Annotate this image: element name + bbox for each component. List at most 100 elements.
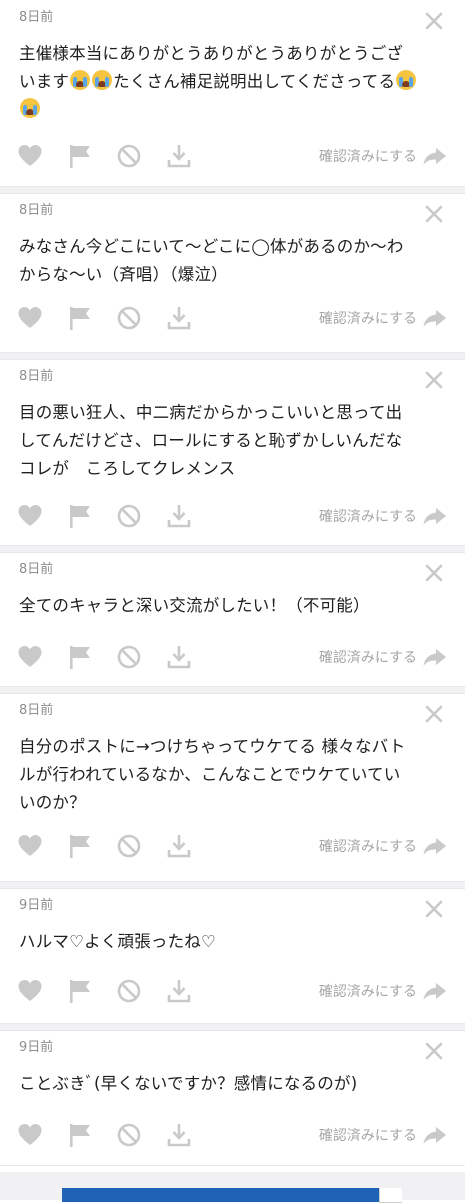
download-icon[interactable]: [166, 644, 192, 670]
post-time: 8日前: [19, 703, 54, 718]
loudly-crying-emoji: [70, 70, 91, 90]
post-text-segment: 全てのキャラと深い交流がしたい！（不可能）: [19, 596, 370, 615]
post-text-line: ハルマ♡よく頑張ったね♡: [19, 928, 447, 956]
post-actions: 確認済みにする: [0, 831, 465, 861]
share-arrow-icon[interactable]: [422, 306, 448, 332]
download-icon[interactable]: [166, 503, 192, 529]
post-text-segment: いのか？: [19, 793, 86, 812]
confirm-button[interactable]: 確認済みにする: [319, 981, 417, 1001]
loudly-crying-emoji: [396, 70, 417, 90]
post-time: 9日前: [19, 1040, 54, 1055]
close-icon[interactable]: [425, 900, 443, 918]
flag-icon[interactable]: [67, 143, 93, 169]
confirm-button[interactable]: 確認済みにする: [319, 1125, 417, 1145]
post-text-line: 目の悪い狂人、中二病だからかっこいいと思って出: [19, 399, 447, 427]
emoji-mouth: [98, 81, 107, 87]
post-text: ことぶきﾞ(早くないですか？感情になるのが): [19, 1070, 447, 1098]
post-text-line: ルが行われているなか、こんなことでウケていてい: [19, 761, 447, 789]
confirm-button[interactable]: 確認済みにする: [319, 308, 417, 328]
post-actions: 確認済みにする: [0, 642, 465, 672]
share-arrow-icon[interactable]: [422, 504, 448, 530]
post-actions: 確認済みにする: [0, 976, 465, 1006]
post-text-line: 主催様本当にありがとうありがとうありがとうござ: [19, 40, 447, 68]
post-time: 8日前: [19, 369, 54, 384]
flag-icon[interactable]: [67, 503, 93, 529]
share-arrow-icon[interactable]: [422, 144, 448, 170]
close-icon[interactable]: [425, 371, 443, 389]
download-icon[interactable]: [166, 833, 192, 859]
post-text-line: からな〜い（斉唱）（爆泣）: [19, 261, 447, 289]
post-card: 8日前みなさん今どこにいて〜どこに◯体があるのか〜わ からな〜い（斉唱）（爆泣） 確…: [0, 193, 465, 353]
close-icon[interactable]: [425, 705, 443, 723]
post-text-segment: 目の悪い狂人、中二病だからかっこいいと思って出: [19, 403, 403, 422]
confirm-button[interactable]: 確認済みにする: [319, 647, 417, 667]
heart-icon[interactable]: [17, 305, 43, 331]
confirm-button[interactable]: 確認済みにする: [319, 506, 417, 526]
post-time: 8日前: [19, 562, 54, 577]
post-text-segment: ルが行われているなか、こんなことでウケていてい: [19, 765, 401, 784]
post-text-segment: たくさん補足説明出してくださってる: [113, 72, 396, 91]
share-arrow-icon[interactable]: [422, 979, 448, 1005]
flag-icon[interactable]: [67, 1122, 93, 1148]
post-text-segment: みなさん今どこにいて〜どこに◯体があるのか〜わ: [19, 237, 404, 256]
post-text: 自分のポストに→つけちゃってウケてる 様々なバト ルが行われているなか、こんなこと…: [19, 733, 447, 817]
block-icon[interactable]: [116, 978, 142, 1004]
close-icon[interactable]: [425, 12, 443, 30]
post-text-segment: ハルマ♡よく頑張ったね♡: [19, 932, 216, 951]
heart-icon[interactable]: [17, 503, 43, 529]
heart-icon[interactable]: [17, 833, 43, 859]
ad-strip: [0, 1172, 465, 1203]
post-text-segment: してんだけどさ、ロールにすると恥ずかしいんだな: [19, 431, 403, 450]
emoji-mouth: [402, 81, 411, 87]
heart-icon[interactable]: [17, 644, 43, 670]
share-arrow-icon[interactable]: [422, 1123, 448, 1149]
post-time: 9日前: [19, 898, 54, 913]
post-text-line: います たくさん補足説明出してくださってる: [19, 68, 447, 96]
post-text-line: 自分のポストに→つけちゃってウケてる 様々なバト: [19, 733, 447, 761]
post-actions: 確認済みにする: [0, 303, 465, 333]
download-icon[interactable]: [166, 1122, 192, 1148]
ad-badge: [379, 1188, 402, 1203]
block-icon[interactable]: [116, 143, 142, 169]
confirm-button[interactable]: 確認済みにする: [319, 836, 417, 856]
share-arrow-icon[interactable]: [422, 645, 448, 671]
post-text-segment: ことぶきﾞ(早くないですか？感情になるのが): [19, 1074, 358, 1093]
download-icon[interactable]: [166, 143, 192, 169]
post-actions: 確認済みにする: [0, 1120, 465, 1150]
block-icon[interactable]: [116, 1122, 142, 1148]
post-card: 8日前 主催様本当にありがとうありがとうありがとうござ います たくさん補足説明出して…: [0, 0, 465, 187]
post-time: 8日前: [19, 203, 54, 218]
confirm-button[interactable]: 確認済みにする: [319, 146, 417, 166]
post-text-line: してんだけどさ、ロールにすると恥ずかしいんだな: [19, 427, 447, 455]
post-text: ハルマ♡よく頑張ったね♡: [19, 928, 447, 956]
loudly-crying-emoji: [20, 98, 40, 118]
share-arrow-icon[interactable]: [422, 834, 448, 860]
download-icon[interactable]: [166, 305, 192, 331]
flag-icon[interactable]: [67, 978, 93, 1004]
block-icon[interactable]: [116, 503, 142, 529]
post-text-segment: 自分のポストに→つけちゃってウケてる 様々なバト: [19, 737, 406, 756]
heart-icon[interactable]: [17, 1122, 43, 1148]
emoji-mouth: [76, 81, 85, 87]
emoji-mouth: [26, 109, 34, 115]
block-icon[interactable]: [116, 833, 142, 859]
flag-icon[interactable]: [67, 644, 93, 670]
download-icon[interactable]: [166, 978, 192, 1004]
block-icon[interactable]: [116, 305, 142, 331]
flag-icon[interactable]: [67, 305, 93, 331]
post-text: 目の悪い狂人、中二病だからかっこいいと思って出 してんだけどさ、ロールにすると恥ず…: [19, 399, 447, 483]
post-text-line: コレが ころしてクレメンス: [19, 455, 447, 483]
close-icon[interactable]: [425, 1042, 443, 1060]
post-card: 8日前全てのキャラと深い交流がしたい！（不可能） 確認済みにする: [0, 552, 465, 687]
heart-icon[interactable]: [17, 978, 43, 1004]
flag-icon[interactable]: [67, 833, 93, 859]
post-text-segment: います: [19, 72, 70, 91]
post-text: 全てのキャラと深い交流がしたい！（不可能）: [19, 592, 447, 620]
post-text-segment: からな〜い（斉唱）（爆泣）: [19, 265, 228, 284]
block-icon[interactable]: [116, 644, 142, 670]
post-text-line: みなさん今どこにいて〜どこに◯体があるのか〜わ: [19, 233, 447, 261]
post-actions: 確認済みにする: [0, 141, 465, 171]
close-icon[interactable]: [425, 205, 443, 223]
heart-icon[interactable]: [17, 143, 43, 169]
close-icon[interactable]: [425, 564, 443, 582]
